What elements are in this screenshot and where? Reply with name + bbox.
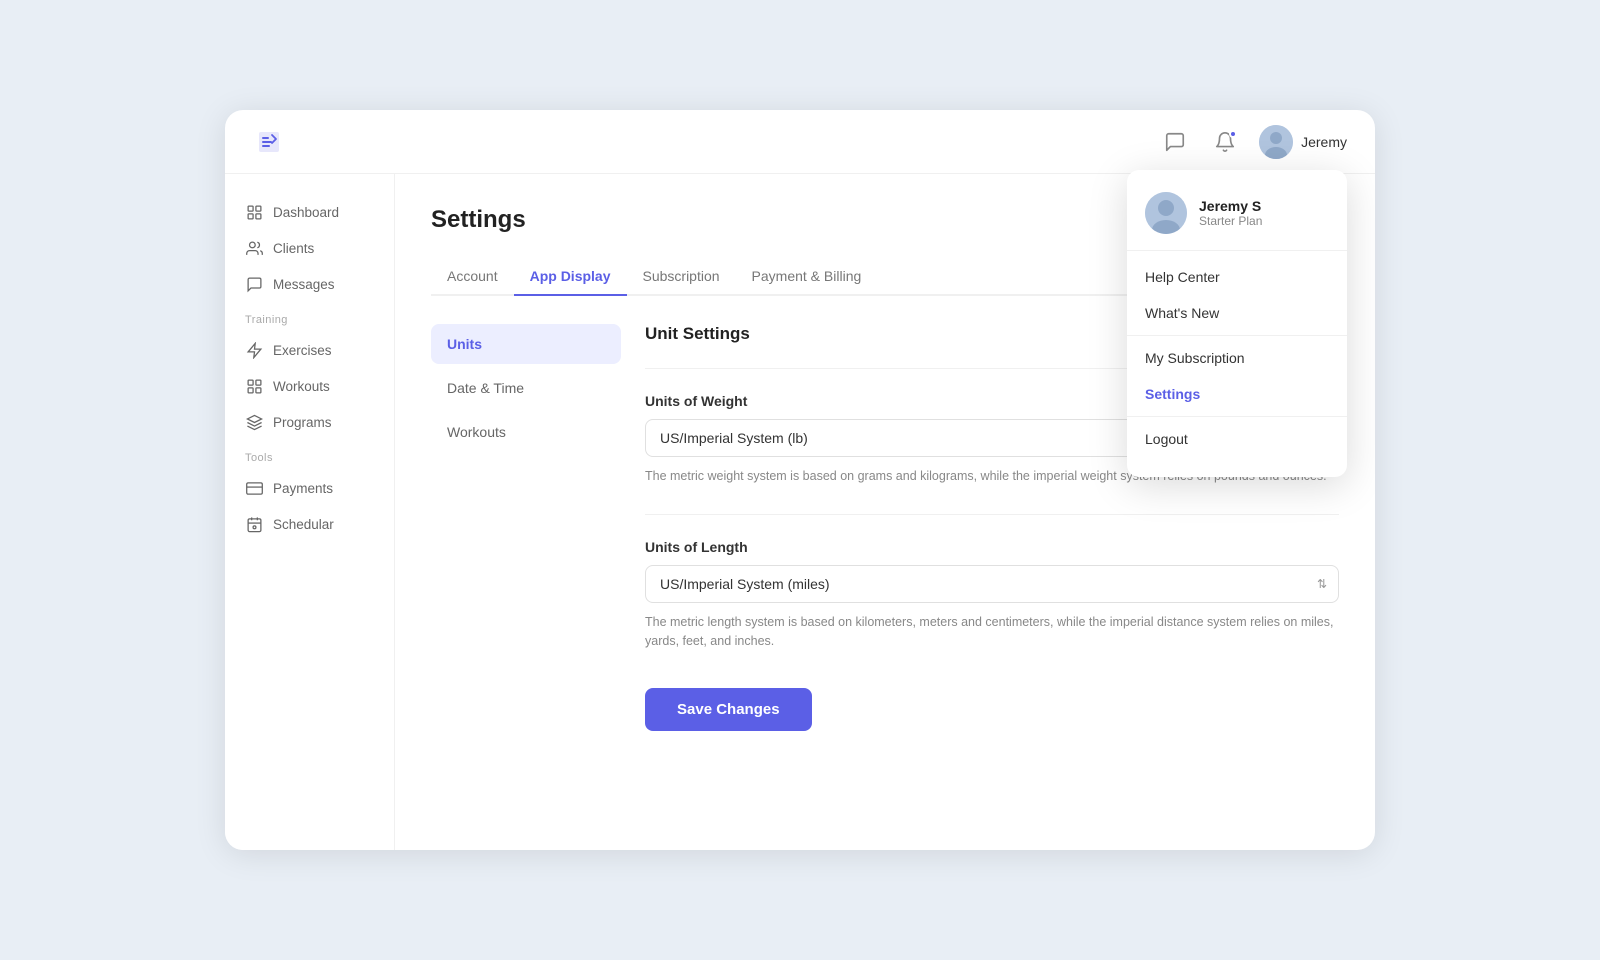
save-button[interactable]: Save Changes (645, 688, 812, 731)
sidebar-label-payments: Payments (273, 481, 333, 496)
user-dropdown: Jeremy S Starter Plan Help Center What's… (1127, 170, 1347, 477)
dropdown-logout[interactable]: Logout (1127, 421, 1347, 457)
sidebar-item-dashboard[interactable]: Dashboard (225, 194, 394, 230)
sidebar-item-messages[interactable]: Messages (225, 266, 394, 302)
sidebar-item-clients[interactable]: Clients (225, 230, 394, 266)
training-section-label: Training (225, 302, 394, 332)
dropdown-user-name: Jeremy S (1199, 198, 1262, 214)
nav-units[interactable]: Units (431, 324, 621, 364)
length-select[interactable]: US/Imperial System (miles) Metric System… (645, 565, 1339, 603)
sidebar-label-workouts: Workouts (273, 379, 330, 394)
sidebar-label-clients: Clients (273, 241, 314, 256)
dropdown-help-center[interactable]: Help Center (1127, 259, 1347, 295)
length-select-wrapper: US/Imperial System (miles) Metric System… (645, 565, 1339, 603)
dropdown-user-plan: Starter Plan (1199, 214, 1262, 228)
dropdown-user-text: Jeremy S Starter Plan (1199, 198, 1262, 228)
length-label: Units of Length (645, 539, 1339, 555)
dropdown-settings[interactable]: Settings (1127, 376, 1347, 412)
dropdown-divider (1127, 335, 1347, 336)
tools-section-label: Tools (225, 440, 394, 470)
sidebar: Dashboard Clients Messages (225, 174, 395, 850)
nav-date-time[interactable]: Date & Time (431, 368, 621, 408)
users-icon (245, 239, 263, 257)
scheduler-icon (245, 515, 263, 533)
sidebar-item-exercises[interactable]: Exercises (225, 332, 394, 368)
dropdown-items: Help Center What's New My Subscription S… (1127, 251, 1347, 465)
divider-mid (645, 514, 1339, 515)
avatar (1259, 125, 1293, 159)
dropdown-whats-new[interactable]: What's New (1127, 295, 1347, 331)
tab-app-display[interactable]: App Display (514, 258, 627, 296)
header-user-name: Jeremy (1301, 134, 1347, 150)
messages-icon (245, 275, 263, 293)
dropdown-avatar (1145, 192, 1187, 234)
header-right: Jeremy (1159, 125, 1347, 159)
sidebar-label-exercises: Exercises (273, 343, 332, 358)
user-menu-trigger[interactable]: Jeremy (1259, 125, 1347, 159)
sidebar-label-dashboard: Dashboard (273, 205, 339, 220)
tab-account[interactable]: Account (431, 258, 514, 296)
sidebar-item-scheduler[interactable]: Schedular (225, 506, 394, 542)
sidebar-label-programs: Programs (273, 415, 332, 430)
sidebar-item-programs[interactable]: Programs (225, 404, 394, 440)
app-logo[interactable] (253, 126, 285, 158)
sidebar-item-payments[interactable]: Payments (225, 470, 394, 506)
sidebar-label-messages: Messages (273, 277, 335, 292)
workouts-icon (245, 377, 263, 395)
nav-workouts[interactable]: Workouts (431, 412, 621, 452)
sidebar-item-workouts[interactable]: Workouts (225, 368, 394, 404)
dropdown-user-info: Jeremy S Starter Plan (1127, 182, 1347, 251)
dropdown-divider-2 (1127, 416, 1347, 417)
tab-payment-billing[interactable]: Payment & Billing (736, 258, 878, 296)
exercises-icon (245, 341, 263, 359)
notifications-icon[interactable] (1209, 126, 1241, 158)
payments-icon (245, 479, 263, 497)
settings-nav: Units Date & Time Workouts (431, 324, 621, 731)
grid-icon (245, 203, 263, 221)
length-description: The metric length system is based on kil… (645, 613, 1339, 651)
tab-subscription[interactable]: Subscription (627, 258, 736, 296)
dropdown-my-subscription[interactable]: My Subscription (1127, 340, 1347, 376)
programs-icon (245, 413, 263, 431)
notification-badge (1229, 130, 1237, 138)
sidebar-label-scheduler: Schedular (273, 517, 334, 532)
chat-icon[interactable] (1159, 126, 1191, 158)
header: Jeremy (225, 110, 1375, 174)
